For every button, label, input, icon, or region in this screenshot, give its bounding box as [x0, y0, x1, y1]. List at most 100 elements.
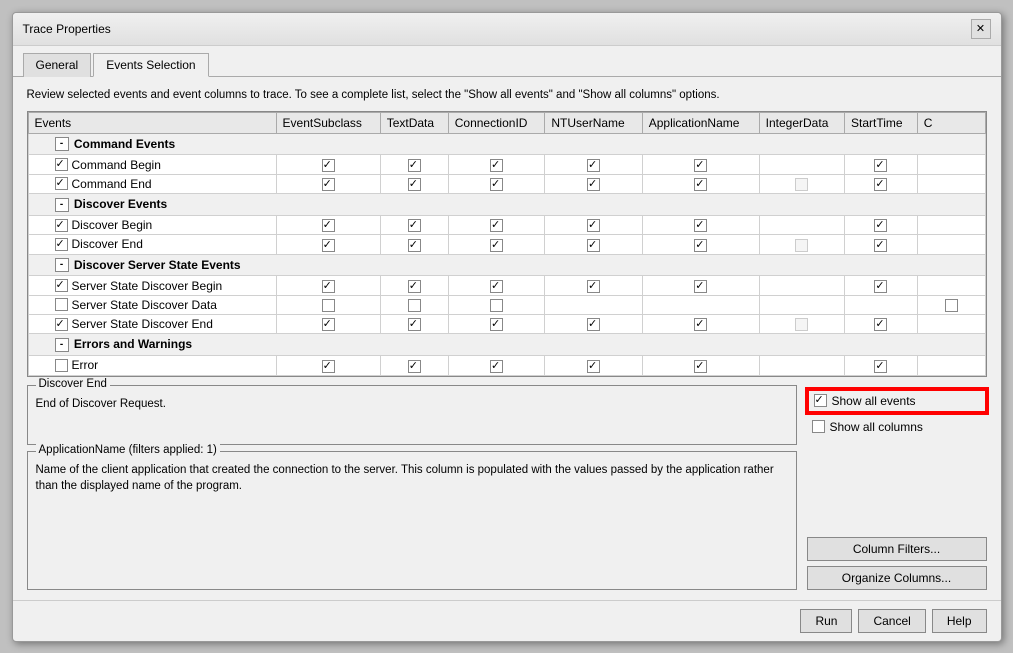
group-command-events: - Command Events	[28, 133, 985, 155]
cell-cb[interactable]	[874, 239, 887, 252]
event-name: Server State Discover Data	[72, 298, 217, 312]
show-all-events-row[interactable]: Show all events	[807, 389, 987, 413]
cell-cb[interactable]	[408, 318, 421, 331]
table-row: Discover Begin	[28, 215, 985, 234]
tab-general[interactable]: General	[23, 53, 92, 77]
table-row: Error	[28, 356, 985, 375]
cell-cb[interactable]	[874, 159, 887, 172]
cell-cb[interactable]	[490, 239, 503, 252]
table-row: Command Begin	[28, 155, 985, 174]
cell-cb[interactable]	[490, 280, 503, 293]
expand-icon-discover[interactable]: -	[55, 198, 69, 212]
bottom-bar: Run Cancel Help	[13, 600, 1001, 641]
cell-cb[interactable]	[694, 239, 707, 252]
table-row: Discover End	[28, 235, 985, 254]
cell-cb[interactable]	[587, 219, 600, 232]
cell-cb[interactable]	[587, 178, 600, 191]
cell-cb[interactable]	[694, 318, 707, 331]
cell-cb[interactable]	[694, 280, 707, 293]
cell-cb[interactable]	[322, 159, 335, 172]
row-checkbox-command-begin[interactable]	[55, 158, 68, 171]
cell-cb-light[interactable]	[795, 178, 808, 191]
events-table: Events EventSubclass TextData Connection…	[28, 112, 986, 376]
cell-cb[interactable]	[322, 239, 335, 252]
event-name: Server State Discover End	[72, 317, 213, 331]
appname-box: ApplicationName (filters applied: 1) Nam…	[27, 451, 797, 590]
cell-cb[interactable]	[874, 178, 887, 191]
row-checkbox-command-end[interactable]	[55, 177, 68, 190]
cell-cb[interactable]	[490, 299, 503, 312]
content-area: Review selected events and event columns…	[13, 77, 1001, 600]
cell-cb[interactable]	[874, 219, 887, 232]
cell-cb[interactable]	[490, 178, 503, 191]
cell-cb[interactable]	[874, 280, 887, 293]
show-all-columns-row[interactable]: Show all columns	[807, 417, 987, 437]
cell-cb[interactable]	[490, 318, 503, 331]
row-checkbox-ssde[interactable]	[55, 318, 68, 331]
event-name: Discover Begin	[72, 218, 153, 232]
group-discover-events: - Discover Events	[28, 194, 985, 216]
expand-icon-server-state[interactable]: -	[55, 258, 69, 272]
group-label-discover: Discover Events	[74, 197, 167, 211]
cell-cb[interactable]	[408, 239, 421, 252]
cell-cb[interactable]	[408, 159, 421, 172]
cell-cb-light[interactable]	[795, 239, 808, 252]
cell-cb[interactable]	[587, 159, 600, 172]
left-panels: Discover End End of Discover Request. Ap…	[27, 385, 797, 590]
expand-icon-errors[interactable]: -	[55, 338, 69, 352]
cell-cb[interactable]	[408, 178, 421, 191]
cell-cb[interactable]	[322, 318, 335, 331]
help-button[interactable]: Help	[932, 609, 987, 633]
col-header-starttime: StartTime	[845, 112, 918, 133]
column-filters-button[interactable]: Column Filters...	[807, 537, 987, 561]
cell-cb[interactable]	[408, 299, 421, 312]
event-name: Error	[72, 358, 99, 372]
cell-cb[interactable]	[490, 159, 503, 172]
cell-cb[interactable]	[322, 360, 335, 373]
row-checkbox-discover-begin[interactable]	[55, 219, 68, 232]
row-checkbox-ssdd[interactable]	[55, 298, 68, 311]
close-button[interactable]: ✕	[971, 19, 991, 39]
cell-cb[interactable]	[322, 178, 335, 191]
row-checkbox-error[interactable]	[55, 359, 68, 372]
cell-cb[interactable]	[874, 318, 887, 331]
cell-cb[interactable]	[587, 318, 600, 331]
show-all-columns-checkbox[interactable]	[812, 420, 825, 433]
row-checkbox-discover-end[interactable]	[55, 238, 68, 251]
cell-cb[interactable]	[490, 360, 503, 373]
organize-columns-button[interactable]: Organize Columns...	[807, 566, 987, 590]
cell-cb[interactable]	[322, 280, 335, 293]
bottom-panels: Discover End End of Discover Request. Ap…	[27, 385, 987, 590]
expand-icon-command[interactable]: -	[55, 137, 69, 151]
cell-cb[interactable]	[587, 360, 600, 373]
group-errors-warnings: - Errors and Warnings	[28, 334, 985, 356]
cell-cb[interactable]	[408, 280, 421, 293]
col-header-textdata: TextData	[380, 112, 448, 133]
cancel-button[interactable]: Cancel	[858, 609, 925, 633]
show-all-events-checkbox[interactable]	[814, 394, 827, 407]
right-panel: Show all events Show all columns Column …	[807, 385, 987, 590]
col-header-events: Events	[28, 112, 276, 133]
tab-events-selection[interactable]: Events Selection	[93, 53, 208, 77]
cell-cb[interactable]	[694, 360, 707, 373]
table-row: Server State Discover Data	[28, 295, 985, 314]
discover-end-title: Discover End	[36, 378, 110, 390]
cell-cb[interactable]	[945, 299, 958, 312]
cell-cb[interactable]	[322, 219, 335, 232]
cell-cb-light[interactable]	[795, 318, 808, 331]
cell-cb[interactable]	[408, 219, 421, 232]
group-discover-server-state: - Discover Server State Events	[28, 254, 985, 276]
cell-cb[interactable]	[587, 280, 600, 293]
tab-bar: General Events Selection	[13, 46, 1001, 77]
cell-cb[interactable]	[694, 178, 707, 191]
run-button[interactable]: Run	[800, 609, 852, 633]
cell-cb[interactable]	[694, 159, 707, 172]
cell-cb[interactable]	[874, 360, 887, 373]
cell-cb[interactable]	[322, 299, 335, 312]
cell-cb[interactable]	[490, 219, 503, 232]
row-checkbox-ssdb[interactable]	[55, 279, 68, 292]
cell-cb[interactable]	[408, 360, 421, 373]
instruction-text: Review selected events and event columns…	[27, 87, 987, 103]
cell-cb[interactable]	[694, 219, 707, 232]
cell-cb[interactable]	[587, 239, 600, 252]
